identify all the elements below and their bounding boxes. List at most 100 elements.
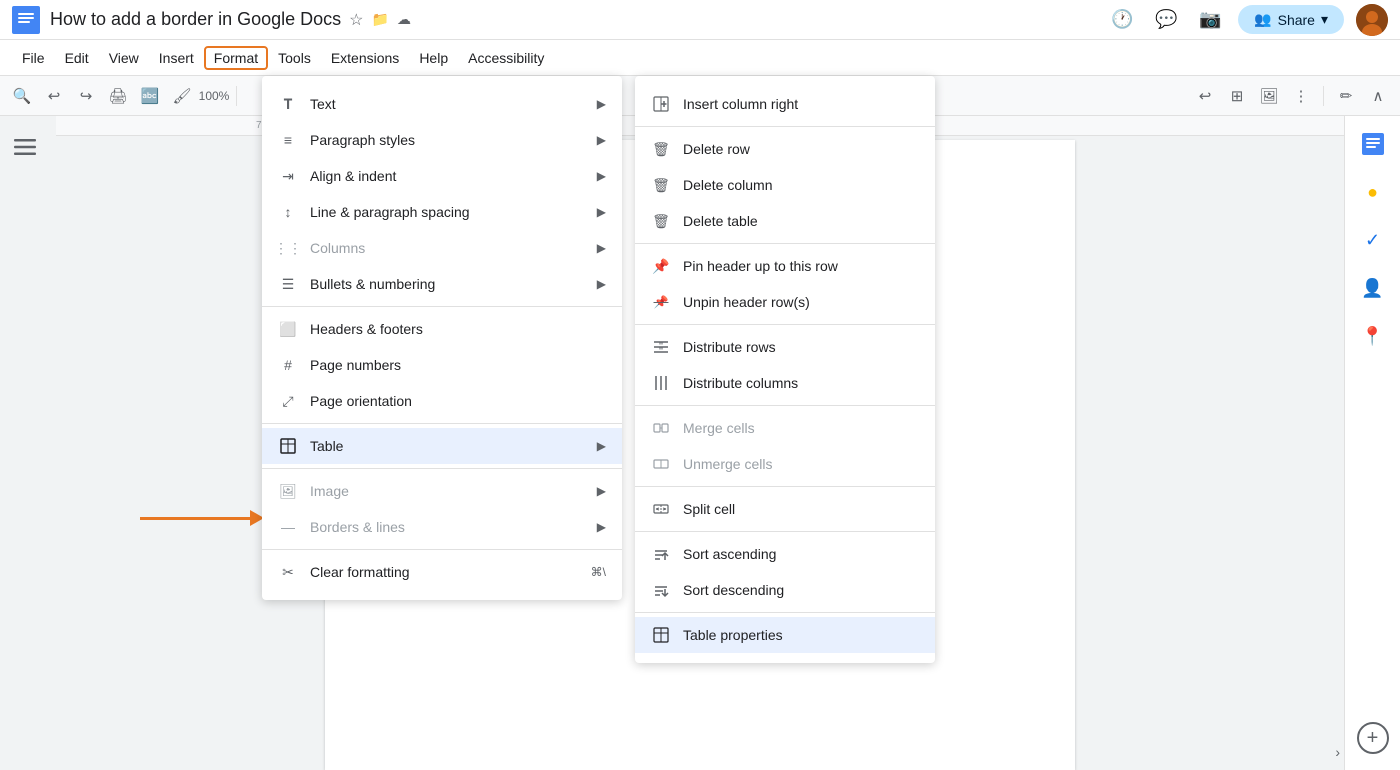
format-headers-footers-item[interactable]: ⬜ Headers & footers <box>262 311 622 347</box>
format-align-indent-item[interactable]: ⇥ Align & indent ▶ <box>262 158 622 194</box>
sidebar-docs-icon[interactable] <box>1353 124 1393 164</box>
table-unpin-header-item[interactable]: 📌 Unpin header row(s) <box>635 284 935 320</box>
insert-col-right-label: Insert column right <box>683 96 798 112</box>
table-submenu-section-6: Split cell <box>635 487 935 532</box>
star-icon[interactable]: ☆ <box>349 10 363 30</box>
align-icon: ⇥ <box>278 166 298 186</box>
table-submenu-section-4: Distribute rows Distribute columns <box>635 325 935 406</box>
more-icon[interactable]: ⋮ <box>1287 82 1315 110</box>
table-sort-desc-item[interactable]: Sort descending <box>635 572 935 608</box>
format-line-spacing-item[interactable]: ↕ Line & paragraph spacing ▶ <box>262 194 622 230</box>
video-call-icon[interactable]: 📷 <box>1194 4 1226 36</box>
menu-item-insert[interactable]: Insert <box>149 46 204 70</box>
format-menu-section-1: 𝐓 Text ▶ ≡ Paragraph styles ▶ ⇥ Align & … <box>262 82 622 307</box>
zoom-icon[interactable]: 100% <box>200 82 228 110</box>
comment-icon[interactable]: 💬 <box>1150 4 1182 36</box>
table-sort-asc-item[interactable]: Sort ascending <box>635 536 935 572</box>
paragraph-styles-label: Paragraph styles <box>310 132 415 148</box>
sidebar-tasks-icon[interactable]: ✓ <box>1353 220 1393 260</box>
docs-logo-icon <box>12 6 40 34</box>
table-delete-col-item[interactable]: 🗑 Delete column <box>635 167 935 203</box>
paragraph-submenu-arrow: ▶ <box>597 133 606 147</box>
format-borders-item: — Borders & lines ▶ <box>262 509 622 545</box>
format-page-orientation-item[interactable]: ⤢ Page orientation <box>262 383 622 419</box>
delete-col-icon: 🗑 <box>651 175 671 195</box>
menu-item-accessibility[interactable]: Accessibility <box>458 46 554 70</box>
undo-icon[interactable]: ↩ <box>40 82 68 110</box>
print-icon[interactable]: 🖨 <box>104 82 132 110</box>
title-action-icons: ☆ 📁 ☁ <box>349 10 411 30</box>
table-properties-item[interactable]: Table properties <box>635 617 935 653</box>
split-cell-label: Split cell <box>683 501 735 517</box>
columns-submenu-arrow: ▶ <box>597 241 606 255</box>
collapse-sidebar-icon[interactable]: › <box>1335 744 1340 762</box>
share-people-icon: 👥 <box>1254 11 1271 28</box>
menu-item-view[interactable]: View <box>99 46 149 70</box>
spell-check-icon[interactable]: 🔤 <box>136 82 164 110</box>
table-delete-table-item[interactable]: 🗑 Delete table <box>635 203 935 239</box>
line-spacing-icon: ↕ <box>278 202 298 222</box>
menu-item-format[interactable]: Format <box>204 46 268 70</box>
collapse-icon[interactable]: ∧ <box>1364 82 1392 110</box>
borders-submenu-arrow: ▶ <box>597 520 606 534</box>
sidebar-contacts-icon[interactable]: 👤 <box>1353 268 1393 308</box>
format-bullets-item[interactable]: ☰ Bullets & numbering ▶ <box>262 266 622 302</box>
edit-pen-icon[interactable]: ✏ <box>1332 82 1360 110</box>
menu-item-extensions[interactable]: Extensions <box>321 46 409 70</box>
format-page-numbers-item[interactable]: # Page numbers <box>262 347 622 383</box>
pin-header-icon: 📌 <box>651 256 671 276</box>
history-icon[interactable]: 🕐 <box>1106 4 1138 36</box>
table-insert-col-right-item[interactable]: Insert column right <box>635 86 935 122</box>
table-pin-header-item[interactable]: 📌 Pin header up to this row <box>635 248 935 284</box>
table-delete-row-item[interactable]: 🗑 Delete row <box>635 131 935 167</box>
insert-col-right-icon <box>651 94 671 114</box>
redo-icon[interactable]: ↪ <box>72 82 100 110</box>
format-text-item[interactable]: 𝐓 Text ▶ <box>262 86 622 122</box>
format-clear-formatting-item[interactable]: ✂ Clear formatting ⌘\ <box>262 554 622 590</box>
table-props-icon <box>651 625 671 645</box>
cloud-icon[interactable]: ☁ <box>397 11 411 28</box>
page-orientation-icon: ⤢ <box>278 391 298 411</box>
borders-icon: — <box>278 517 298 537</box>
menu-item-file[interactable]: File <box>12 46 55 70</box>
headers-footers-label: Headers & footers <box>310 321 423 337</box>
unmerge-cells-icon <box>651 454 671 474</box>
distribute-cols-icon <box>651 373 671 393</box>
menu-item-tools[interactable]: Tools <box>268 46 321 70</box>
columns-label: Columns <box>310 240 365 256</box>
table-split-cell-item[interactable]: Split cell <box>635 491 935 527</box>
paint-format-icon[interactable]: 🖌 <box>168 82 196 110</box>
search-toolbar-icon[interactable]: 🔍 <box>8 82 36 110</box>
sidebar-add-btn[interactable]: + <box>1357 722 1389 754</box>
undo2-icon[interactable]: ↩ <box>1191 82 1219 110</box>
unpin-header-icon: 📌 <box>651 292 671 312</box>
share-button[interactable]: 👥 Share ▾ <box>1238 5 1344 34</box>
user-avatar[interactable] <box>1356 4 1388 36</box>
sort-desc-icon <box>651 580 671 600</box>
delete-table-icon: 🗑 <box>651 211 671 231</box>
insert-image-toolbar-icon[interactable]: 🖼 <box>1255 82 1283 110</box>
table-distribute-rows-item[interactable]: Distribute rows <box>635 329 935 365</box>
table-submenu-section-3: 📌 Pin header up to this row 📌 Unpin head… <box>635 244 935 325</box>
line-spacing-label: Line & paragraph spacing <box>310 204 470 220</box>
arrow-to-table <box>140 508 270 528</box>
delete-col-label: Delete column <box>683 177 773 193</box>
menu-item-edit[interactable]: Edit <box>55 46 99 70</box>
borders-label: Borders & lines <box>310 519 405 535</box>
format-paragraph-styles-item[interactable]: ≡ Paragraph styles ▶ <box>262 122 622 158</box>
paragraph-icon: ≡ <box>278 130 298 150</box>
insert-table-icon[interactable]: ⊞ <box>1223 82 1251 110</box>
share-label: Share <box>1278 12 1315 28</box>
format-menu-section-4: 🖼 Image ▶ — Borders & lines ▶ <box>262 469 622 550</box>
sort-asc-icon <box>651 544 671 564</box>
format-table-item[interactable]: Table ▶ <box>262 428 622 464</box>
folder-icon[interactable]: 📁 <box>372 11 389 28</box>
bullets-submenu-arrow: ▶ <box>597 277 606 291</box>
document-title: How to add a border in Google Docs <box>50 9 341 30</box>
table-distribute-cols-item[interactable]: Distribute columns <box>635 365 935 401</box>
menu-item-help[interactable]: Help <box>409 46 458 70</box>
text-icon: 𝐓 <box>278 94 298 114</box>
sidebar-maps-icon[interactable]: 📍 <box>1353 316 1393 356</box>
sidebar-calendar-icon[interactable]: ● <box>1353 172 1393 212</box>
nav-icon[interactable] <box>14 136 36 163</box>
